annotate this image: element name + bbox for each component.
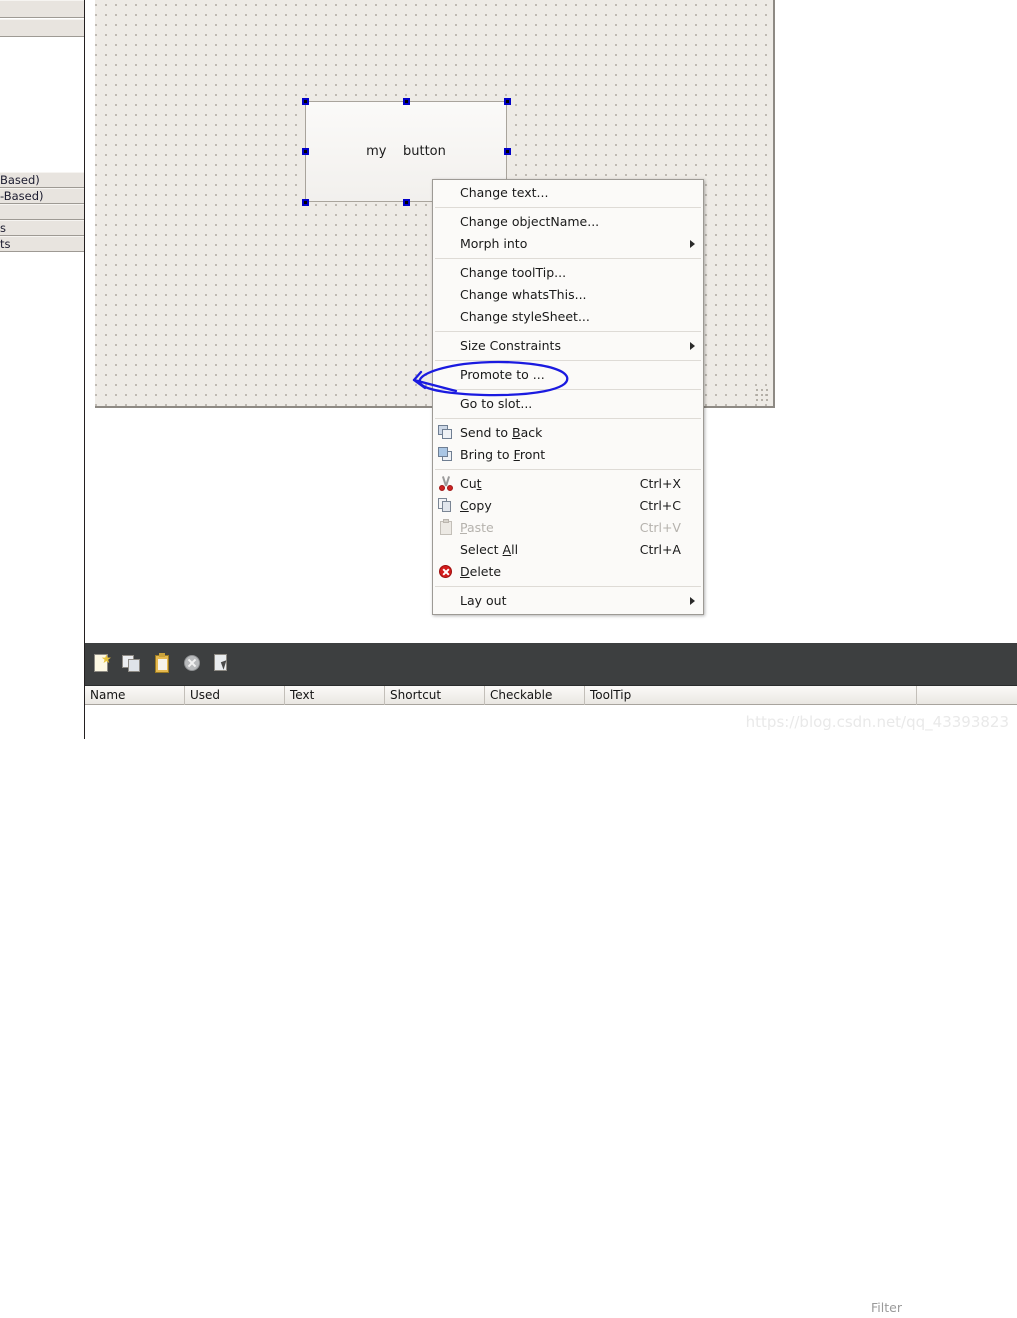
table-column-header[interactable]: ToolTip — [585, 686, 917, 705]
menu-item-shortcut: Ctrl+X — [639, 476, 681, 491]
sidebar-row[interactable]: Based) — [0, 172, 84, 188]
menu-item[interactable]: Send to Back — [433, 422, 703, 444]
bring-to-front-icon — [438, 447, 455, 463]
menu-item-shortcut: Ctrl+C — [639, 498, 681, 513]
table-column-header[interactable]: Name — [85, 686, 185, 705]
submenu-arrow-icon — [690, 597, 695, 605]
menu-separator — [435, 418, 701, 419]
paste-icon — [438, 519, 455, 536]
form-resize-grip[interactable] — [755, 388, 771, 404]
menu-item[interactable]: Change styleSheet... — [433, 306, 703, 328]
menu-item-label: Change objectName... — [460, 214, 600, 229]
menu-separator — [435, 360, 701, 361]
menu-item-label: Copy — [460, 498, 492, 513]
menu-item: Paste Ctrl+V — [433, 517, 703, 539]
menu-item-label: Go to slot... — [460, 396, 533, 411]
menu-item-label: Change styleSheet... — [460, 309, 590, 324]
delete-action-button[interactable] — [182, 653, 204, 675]
menu-item[interactable]: Lay out — [433, 590, 703, 612]
menu-item-label: Delete — [460, 564, 502, 579]
menu-item[interactable]: Change objectName... — [433, 211, 703, 233]
menu-item-label: Send to Back — [460, 425, 543, 440]
menu-item-label: Select All — [460, 542, 519, 557]
selection-handle[interactable] — [503, 97, 511, 105]
delete-icon — [438, 564, 455, 580]
push-button-label: my button — [366, 144, 446, 159]
selection-handle[interactable] — [402, 97, 410, 105]
left-sidebar-panel: Based) -Based) s ts — [0, 0, 85, 739]
table-column-header[interactable]: Used — [185, 686, 285, 705]
menu-item-label: Change text... — [460, 185, 549, 200]
selection-handle[interactable] — [301, 148, 309, 155]
sidebar-row[interactable] — [0, 19, 84, 37]
menu-item[interactable]: Bring to Front — [433, 444, 703, 466]
selection-handle[interactable] — [301, 198, 309, 206]
menu-item-label: Morph into — [460, 236, 528, 251]
sidebar-row[interactable] — [0, 204, 84, 220]
menu-item[interactable]: Change whatsThis... — [433, 284, 703, 306]
watermark-text: https://blog.csdn.net/qq_43393823 — [745, 713, 1009, 731]
new-action-button[interactable]: ★ — [92, 653, 114, 675]
menu-item[interactable]: Copy Ctrl+C — [433, 495, 703, 517]
menu-item[interactable]: Select All Ctrl+A — [433, 539, 703, 561]
menu-separator — [435, 258, 701, 259]
selection-handle[interactable] — [503, 148, 511, 155]
menu-item[interactable]: Promote to ... — [433, 364, 703, 386]
menu-item[interactable]: Change toolTip... — [433, 262, 703, 284]
copy-icon — [438, 498, 455, 514]
send-to-back-icon — [438, 425, 455, 441]
menu-item[interactable]: Morph into — [433, 233, 703, 255]
edit-action-button[interactable] — [212, 653, 234, 675]
menu-separator — [435, 389, 701, 390]
menu-item-label: Change whatsThis... — [460, 287, 587, 302]
submenu-arrow-icon — [690, 240, 695, 248]
table-column-header[interactable]: Text — [285, 686, 385, 705]
sidebar-row[interactable]: s — [0, 220, 84, 236]
menu-item[interactable]: Change text... — [433, 182, 703, 204]
menu-item-label: Promote to ... — [460, 367, 545, 382]
menu-item[interactable]: Go to slot... — [433, 393, 703, 415]
menu-item-label: Lay out — [460, 593, 507, 608]
menu-item[interactable]: Size Constraints — [433, 335, 703, 357]
menu-item-label: Bring to Front — [460, 447, 546, 462]
copy-action-button[interactable] — [122, 653, 144, 675]
widget-context-menu[interactable]: Change text... Change objectName... Morph … — [432, 179, 704, 615]
table-column-header[interactable]: Shortcut — [385, 686, 485, 705]
table-column-header[interactable]: Checkable — [485, 686, 585, 705]
action-editor-toolbar: ★ — [85, 643, 1017, 685]
submenu-arrow-icon — [690, 342, 695, 350]
selection-handle[interactable] — [402, 198, 410, 206]
menu-separator — [435, 469, 701, 470]
menu-item-shortcut: Ctrl+V — [639, 520, 681, 535]
menu-separator — [435, 207, 701, 208]
sidebar-row[interactable] — [0, 0, 84, 18]
menu-item-label: Change toolTip... — [460, 265, 567, 280]
sidebar-row[interactable]: -Based) — [0, 188, 84, 204]
menu-item[interactable]: Cut Ctrl+X — [433, 473, 703, 495]
selection-handle[interactable] — [301, 97, 309, 105]
menu-item-label: Cut — [460, 476, 482, 491]
menu-item-label: Size Constraints — [460, 338, 561, 353]
menu-item-label: Paste — [460, 520, 494, 535]
menu-separator — [435, 331, 701, 332]
cut-icon — [438, 476, 455, 492]
paste-action-button[interactable] — [152, 653, 174, 675]
action-table-header: Name Used Text Shortcut Checkable ToolTip — [85, 685, 1017, 705]
menu-item[interactable]: Delete — [433, 561, 703, 583]
menu-item-shortcut: Ctrl+A — [639, 542, 681, 557]
sidebar-row[interactable]: ts — [0, 236, 84, 252]
menu-separator — [435, 586, 701, 587]
filter-input[interactable] — [865, 1297, 1017, 1318]
